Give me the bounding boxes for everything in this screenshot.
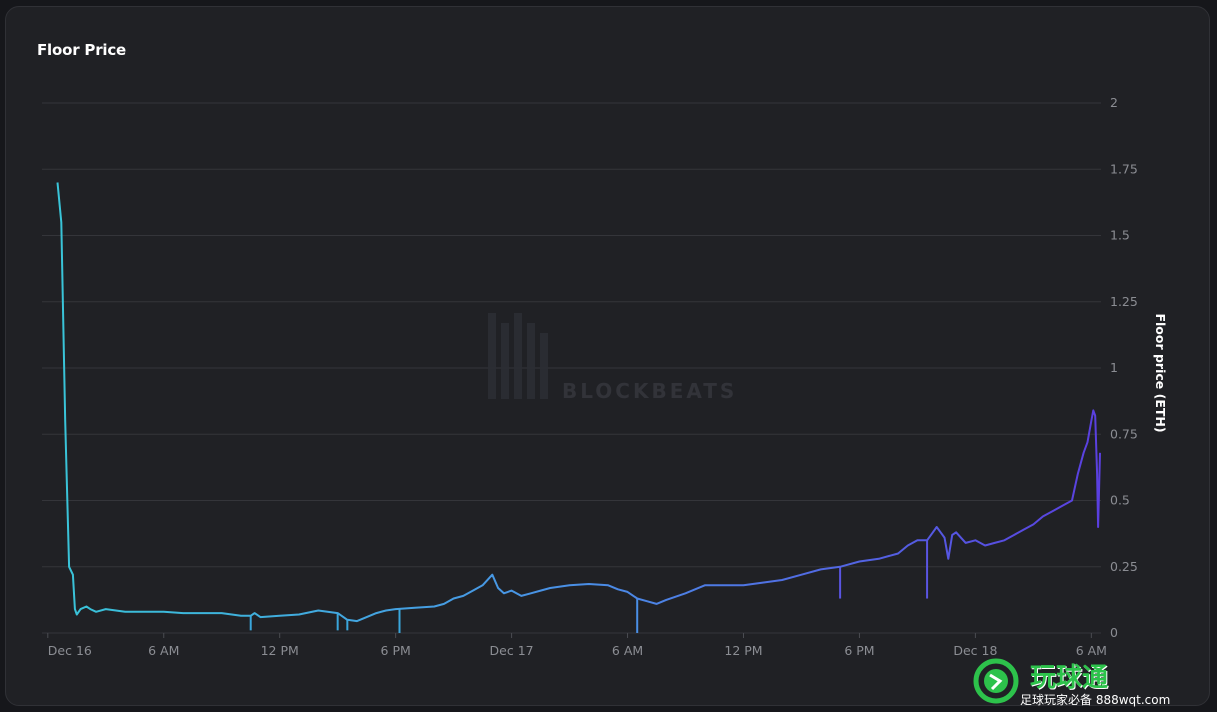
y-tick-label: 1.5: [1110, 228, 1130, 243]
site-logo: 玩球通 足球玩家必备 888wqt.com: [970, 655, 1210, 710]
x-tick-label: Dec 16: [48, 643, 92, 658]
logo-subtitle: 足球玩家必备 888wqt.com: [1020, 693, 1171, 707]
watermark: BLOCKBEATS: [488, 313, 737, 403]
x-tick-label: 6 AM: [148, 643, 179, 658]
y-tick-label: 1.75: [1110, 161, 1138, 176]
y-tick-label: 0.75: [1110, 426, 1138, 441]
y-tick-label: 0.25: [1110, 559, 1138, 574]
logo-title: 玩球通: [1030, 663, 1109, 693]
y-tick-label: 0.5: [1110, 493, 1130, 508]
x-tick-label: 6 AM: [612, 643, 643, 658]
soccer-player-icon: [973, 658, 1019, 704]
y-tick-label: 1.25: [1110, 294, 1138, 309]
floor-price-chart: BLOCKBEATS Dec 16 6 AM 12 PM 6 PM Dec 17 6 AM…: [42, 95, 1168, 658]
x-tick-label: 6 PM: [381, 643, 411, 658]
y-tick-label: 2: [1110, 95, 1118, 110]
y-tick-label: 1: [1110, 360, 1118, 375]
y-tick-label: 0: [1110, 625, 1118, 640]
x-tick-label: 12 PM: [724, 643, 762, 658]
y-axis-label: Floor price (ETH): [1153, 313, 1168, 432]
x-tick-label: Dec 17: [490, 643, 534, 658]
x-tick-label: 6 PM: [844, 643, 874, 658]
chart-card: Floor Price BLOCKBEATS Dec 16 6 AM 12 PM 6 …: [5, 6, 1210, 706]
watermark-text: BLOCKBEATS: [562, 379, 737, 403]
x-tick-label: 12 PM: [261, 643, 299, 658]
